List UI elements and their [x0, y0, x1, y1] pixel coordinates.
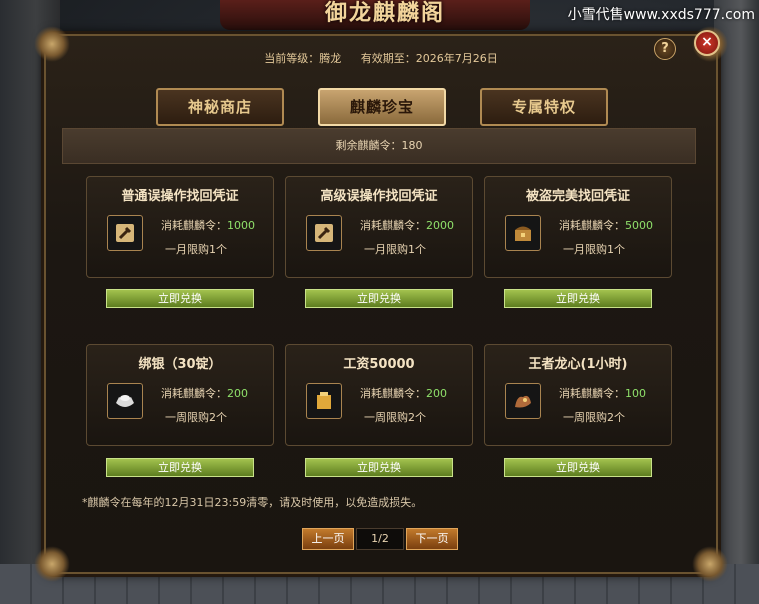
redeem-button[interactable]: 立即兑换 [305, 458, 453, 477]
background-right-wall [714, 0, 759, 604]
item-limit: 一周限购2个 [364, 411, 426, 424]
window-title: 御龙麒麟阁 [324, 0, 445, 26]
item-cost: 消耗麒麟令：2000 [360, 219, 454, 232]
wrench-scroll-icon[interactable] [306, 215, 342, 251]
item-title: 工资50000 [343, 357, 415, 372]
item-limit: 一周限购2个 [165, 411, 227, 424]
dragon-heart-icon[interactable] [505, 383, 541, 419]
redeem-button[interactable]: 立即兑换 [106, 289, 254, 308]
item-card: 绑银（30锭） 消耗麒麟令：200 一周限购2个 [86, 344, 274, 446]
tab-qilin-treasure[interactable]: 麒麟珍宝 [318, 88, 446, 126]
item-card: 高级误操作找回凭证 消耗麒麟令：2000 一月限购1个 [285, 176, 473, 278]
item-cost: 消耗麒麟令：200 [161, 387, 248, 400]
tab-bar: 神秘商店 麒麟珍宝 专属特权 [151, 88, 621, 126]
item-cost: 消耗麒麟令：1000 [161, 219, 255, 232]
item-title: 王者龙心(1小时) [528, 357, 628, 372]
redeem-button[interactable]: 立即兑换 [504, 458, 652, 477]
item-cost-value: 100 [625, 387, 646, 400]
remaining-tokens: 剩余麒麟令：180 [62, 128, 696, 164]
item-grid: 普通误操作找回凭证 消耗麒麟令：1000 一月限购1个 立即兑换 高级误操作找回… [86, 176, 676, 496]
item-cost: 消耗麒麟令：200 [360, 387, 447, 400]
item-limit: 一周限购2个 [563, 411, 625, 424]
expiry-date: 有效期至：2026年7月26日 [360, 52, 498, 65]
item-title: 绑银（30锭） [138, 357, 222, 372]
watermark-text: 小雪代售www.xxds777.com [567, 7, 755, 23]
item-card: 王者龙心(1小时) 消耗麒麟令：100 一周限购2个 [484, 344, 672, 446]
wrench-scroll-icon[interactable] [107, 215, 143, 251]
item-cost-value: 5000 [625, 219, 653, 232]
tab-exclusive-privilege[interactable]: 专属特权 [480, 88, 608, 126]
next-page-button[interactable]: 下一页 [406, 528, 458, 550]
redeem-button[interactable]: 立即兑换 [106, 458, 254, 477]
level-info: 当前等级：腾龙 有效期至：2026年7月26日 [46, 50, 716, 66]
item-cost-value: 2000 [426, 219, 454, 232]
page-indicator: 1/2 [356, 528, 404, 550]
corner-ornament-icon [692, 546, 728, 582]
item-card: 工资50000 消耗麒麟令：200 一周限购2个 [285, 344, 473, 446]
redeem-button[interactable]: 立即兑换 [305, 289, 453, 308]
item-title: 普通误操作找回凭证 [121, 189, 239, 204]
item-card: 被盗完美找回凭证 消耗麒麟令：5000 一月限购1个 [484, 176, 672, 278]
silver-ingot-icon[interactable] [107, 383, 143, 419]
item-cost-value: 1000 [227, 219, 255, 232]
corner-ornament-icon [34, 546, 70, 582]
close-button[interactable]: × [694, 30, 720, 56]
item-limit: 一月限购1个 [563, 243, 625, 256]
item-title: 被盗完美找回凭证 [525, 189, 630, 204]
item-cost-value: 200 [426, 387, 447, 400]
prev-page-button[interactable]: 上一页 [302, 528, 354, 550]
main-panel: 当前等级：腾龙 有效期至：2026年7月26日 ? × 神秘商店 麒麟珍宝 专属… [34, 26, 728, 582]
redeem-button[interactable]: 立即兑换 [504, 289, 652, 308]
item-limit: 一月限购1个 [165, 243, 227, 256]
item-cost-value: 200 [227, 387, 248, 400]
tab-mystery-shop[interactable]: 神秘商店 [156, 88, 284, 126]
current-level: 当前等级：腾龙 [264, 52, 342, 65]
item-limit: 一月限购1个 [364, 243, 426, 256]
help-button[interactable]: ? [654, 38, 676, 60]
gold-ingot-icon[interactable] [306, 383, 342, 419]
chest-icon[interactable] [505, 215, 541, 251]
item-cost: 消耗麒麟令：5000 [559, 219, 653, 232]
reset-note: *麒麟令在每年的12月31日23:59清零，请及时使用，以免造成损失。 [82, 496, 423, 509]
item-cost: 消耗麒麟令：100 [559, 387, 646, 400]
item-title: 高级误操作找回凭证 [320, 189, 438, 204]
pagination: 上一页 1/2 下一页 [302, 528, 462, 550]
item-card: 普通误操作找回凭证 消耗麒麟令：1000 一月限购1个 [86, 176, 274, 278]
